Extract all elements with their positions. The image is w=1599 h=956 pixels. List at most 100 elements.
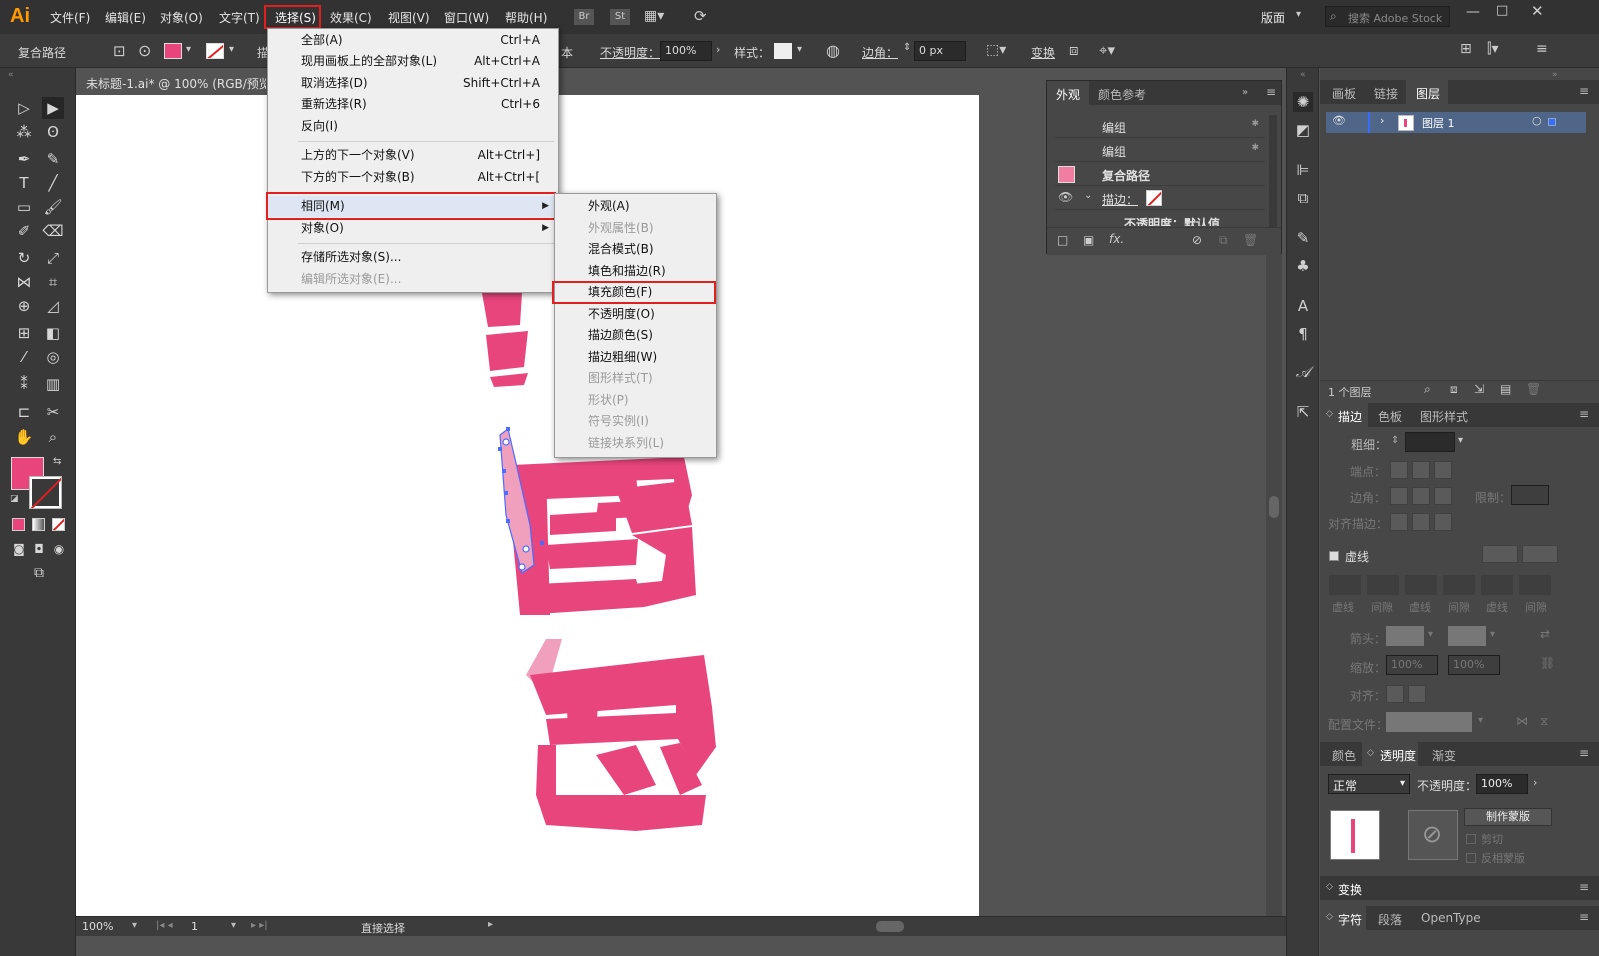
stepper-icon[interactable]: ⇕ [1391, 435, 1399, 446]
tab-swatches[interactable]: 色板 [1378, 408, 1402, 425]
collapse-icon[interactable]: « [8, 70, 14, 80]
puppet-warp-icon[interactable]: ⌖▾ [1099, 41, 1115, 59]
menu-item-all[interactable]: 全部(A) Ctrl+A [268, 30, 558, 51]
tab-color-guide[interactable]: 颜色参考 [1098, 86, 1146, 103]
graphic-styles-icon[interactable]: ◩ [1293, 120, 1313, 140]
graphic-style-swatch[interactable] [774, 43, 792, 59]
curvature-tool-icon[interactable]: ✎ [42, 148, 64, 170]
expand-icon[interactable]: » [1242, 87, 1248, 98]
chevron-down-icon[interactable]: ⌄ [1084, 190, 1092, 201]
anchor-point[interactable] [504, 491, 508, 495]
anchor-point[interactable] [506, 519, 510, 523]
fill-swatch[interactable] [164, 43, 182, 59]
tab-paragraph[interactable]: 段落 [1378, 911, 1402, 928]
butt-cap-button[interactable] [1390, 461, 1408, 479]
pathfinder-icon[interactable]: ⧉ [1293, 188, 1313, 208]
panel-menu-icon[interactable]: ≡ [1266, 85, 1276, 99]
tab-opentype[interactable]: OpenType [1421, 911, 1481, 925]
tab-graphic-styles[interactable]: 图形样式 [1420, 408, 1468, 425]
workspace-switcher[interactable]: 版面 [1261, 9, 1285, 26]
start-arrowhead-select[interactable] [1386, 626, 1424, 646]
free-transform-icon[interactable]: ⌗ [42, 271, 64, 293]
opacity-field[interactable]: 100% [660, 41, 712, 61]
character-styles-icon[interactable]: A [1293, 296, 1313, 316]
menu-item-next-object-above[interactable]: 上方的下一个对象(V) Alt+Ctrl+] [268, 145, 558, 166]
submenu-item-stroke-color[interactable]: 描边颜色(S) [555, 325, 716, 346]
column-graph-icon[interactable]: ▥ [42, 373, 64, 395]
tab-appearance[interactable]: 外观 [1056, 86, 1080, 103]
isolate-icon[interactable]: ⊡ [113, 42, 126, 60]
submenu-item-appearance[interactable]: 外观(A) [555, 196, 716, 217]
default-colors-icon[interactable]: ◪ [10, 494, 19, 504]
panel-menu-icon[interactable]: ≡ [1536, 41, 1548, 57]
menu-help[interactable]: 帮助(H) [505, 9, 547, 26]
appearance-row-opacity[interactable]: 不透明度：默认值 [1124, 215, 1220, 226]
collapse-arrows-icon[interactable]: ◇ [1367, 748, 1374, 758]
clip-checkbox[interactable] [1466, 834, 1476, 844]
round-join-button[interactable] [1412, 487, 1430, 505]
paragraph-styles-icon[interactable]: ¶ [1293, 324, 1313, 344]
appearance-panel-icon[interactable]: ✺ [1293, 92, 1313, 112]
target-icon[interactable]: ○ [1532, 114, 1542, 127]
selection-indicator[interactable] [1548, 118, 1556, 126]
perspective-grid-icon[interactable]: ◿ [42, 295, 64, 317]
chevron-down-icon[interactable]: ▾ [186, 44, 191, 55]
panel-scrollbar[interactable] [1269, 115, 1277, 227]
chevron-down-icon[interactable]: ▾ [1478, 715, 1483, 726]
chevron-down-icon[interactable]: ▾ [1458, 435, 1463, 446]
symbols-icon[interactable]: ♣ [1293, 256, 1313, 276]
corner-label[interactable]: 边角： [862, 44, 898, 61]
dash-field[interactable] [1329, 575, 1361, 595]
horizontal-scrollbar-thumb[interactable] [876, 921, 904, 932]
add-stroke-icon[interactable]: □ [1057, 233, 1068, 247]
artboard-tool-icon[interactable]: ⊏ [13, 401, 35, 423]
anchor-point[interactable] [540, 541, 544, 545]
chevron-right-icon[interactable]: › [716, 43, 720, 56]
limit-field[interactable] [1511, 485, 1549, 505]
panel-menu-icon[interactable]: ≡ [1579, 746, 1589, 760]
export-icon[interactable]: ⇱ [1293, 402, 1313, 422]
first-artboard-icon[interactable]: |◂ ◂ [156, 920, 173, 931]
swap-colors-icon[interactable]: ⇆ [53, 456, 61, 467]
menu-object[interactable]: 对象(O) [160, 9, 203, 26]
object-thumbnail[interactable] [1330, 810, 1380, 860]
artboard-number[interactable]: 1 [191, 920, 198, 933]
appearance-row-stroke[interactable]: 👁 ⌄ 描边： [1055, 187, 1265, 210]
invert-mask-checkbox[interactable] [1466, 853, 1476, 863]
gradient-tool-icon[interactable]: ◧ [42, 322, 64, 344]
line-tool-icon[interactable]: ╱ [42, 172, 64, 194]
transform-icon[interactable]: ⧈ [1069, 41, 1079, 59]
shaper-tool-icon[interactable]: ✐ [13, 220, 35, 242]
new-sublayer-icon[interactable]: ⇲ [1474, 382, 1484, 396]
chevron-down-icon[interactable]: ▾ [1428, 629, 1433, 640]
chevron-down-icon[interactable]: ▾ [797, 44, 802, 55]
corner-radius-field[interactable]: 0 px [914, 41, 966, 61]
slice-tool-icon[interactable]: ✂ [42, 401, 64, 423]
vertical-scrollbar-thumb[interactable] [1269, 496, 1279, 518]
panel-menu-icon[interactable]: ≡ [1579, 910, 1589, 924]
menu-item-reselect[interactable]: 重新选择(R) Ctrl+6 [268, 94, 558, 115]
shape-builder-icon[interactable]: ⊕ [13, 295, 35, 317]
recolor-icon[interactable]: ◍ [826, 41, 840, 60]
blend-tool-icon[interactable]: ◎ [42, 346, 64, 368]
clear-appearance-icon[interactable]: ⊘ [1192, 233, 1202, 247]
color-mode-icon[interactable] [12, 518, 25, 531]
layer-name[interactable]: 图层 1 [1422, 115, 1455, 131]
stock-search-input[interactable]: ⌕ 搜索 Adobe Stock [1325, 6, 1450, 27]
distribute-icon[interactable]: ⫿▾ [1487, 41, 1499, 57]
submenu-item-fill-and-stroke[interactable]: 填色和描边(R) [555, 261, 716, 282]
layer-row[interactable]: 👁 › 图层 1 ○ [1326, 112, 1586, 133]
eyedropper-icon[interactable]: ⁄ [13, 346, 35, 368]
align-icon[interactable]: ⊞ [1460, 41, 1472, 57]
swap-arrowheads-icon[interactable]: ⇄ [1540, 627, 1550, 641]
appearance-row-group[interactable]: 编组 ✱ [1055, 115, 1265, 138]
rotate-tool-icon[interactable]: ↻ [13, 247, 35, 269]
rectangle-tool-icon[interactable]: ▭ [13, 196, 35, 218]
tab-transform[interactable]: 变换 [1338, 881, 1362, 898]
bevel-join-button[interactable] [1434, 487, 1452, 505]
gap-field[interactable] [1367, 575, 1399, 595]
tab-character[interactable]: 字符 [1338, 911, 1362, 928]
magic-wand-icon[interactable]: ⁂ [13, 121, 35, 143]
mask-thumbnail[interactable]: ⊘ [1408, 810, 1458, 860]
opacity-label[interactable]: 不透明度： [600, 44, 660, 61]
